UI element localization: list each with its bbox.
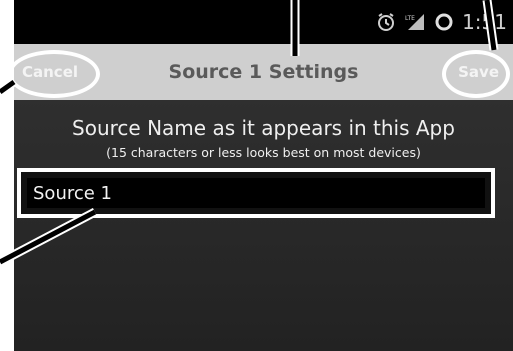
cancel-callout-oval (8, 50, 100, 98)
save-callout-oval (442, 50, 510, 98)
status-bar: LTE 1:51 (14, 0, 513, 44)
circle-sync-icon (434, 12, 454, 32)
svg-text:LTE: LTE (405, 15, 415, 22)
source-name-input[interactable] (27, 178, 485, 208)
source-name-callout-frame (17, 168, 495, 218)
alarm-clock-icon (376, 12, 396, 32)
status-icons: LTE 1:51 (376, 0, 513, 44)
signal-lte-icon: LTE (404, 12, 426, 32)
source-name-heading: Source Name as it appears in this App (72, 116, 455, 140)
source-name-hint: (15 characters or less looks best on mos… (106, 145, 421, 160)
status-time: 1:51 (462, 10, 507, 34)
